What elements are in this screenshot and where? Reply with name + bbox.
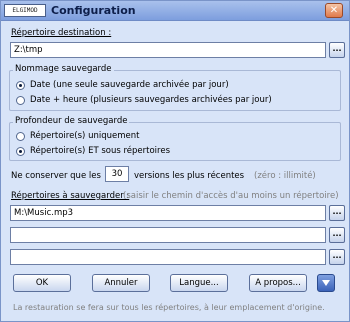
- naming-datetime-radio[interactable]: [16, 96, 25, 105]
- title-bar[interactable]: ELGIMOD Configuration ✕: [1, 1, 349, 21]
- sources-label: Répertoires à sauvegarder :: [11, 191, 130, 201]
- naming-date-radio[interactable]: [16, 81, 25, 90]
- cancel-button[interactable]: Annuler: [92, 274, 150, 292]
- expand-arrow-button[interactable]: [317, 274, 335, 292]
- source-entry[interactable]: [10, 249, 326, 265]
- versions-hint: (zéro : illimité): [254, 171, 316, 181]
- source-entry[interactable]: M:\Music.mp3: [10, 205, 326, 221]
- source-entry[interactable]: [10, 227, 326, 243]
- language-button[interactable]: Langue...: [170, 274, 228, 292]
- source-browse-button[interactable]: ...: [329, 227, 345, 243]
- destination-input[interactable]: Z:\tmp: [10, 42, 326, 58]
- naming-datetime-label[interactable]: Date + heure (plusieurs sauvegardes arch…: [30, 95, 272, 105]
- about-button[interactable]: A propos...: [249, 274, 307, 292]
- depth-legend: Profondeur de sauvegarde: [13, 116, 130, 126]
- destination-label: Répertoire destination :: [11, 28, 112, 38]
- restore-note: La restauration se fera sur tous les rép…: [13, 303, 325, 312]
- versions-suffix-label: versions les plus récentes: [134, 171, 245, 181]
- ok-button[interactable]: OK: [13, 274, 71, 292]
- source-browse-button[interactable]: ...: [329, 249, 345, 265]
- sources-hint: (saisir le chemin d'accès d'au moins un …: [123, 191, 339, 201]
- destination-browse-button[interactable]: ...: [329, 42, 345, 58]
- depth-dirs-only-radio[interactable]: [16, 132, 25, 141]
- source-browse-button[interactable]: ...: [329, 205, 345, 221]
- depth-recursive-radio[interactable]: [16, 147, 25, 156]
- versions-input[interactable]: 30: [105, 166, 129, 182]
- chevron-down-icon: [322, 280, 330, 286]
- naming-legend: Nommage sauvegarde: [13, 64, 114, 74]
- naming-date-label[interactable]: Date (une seule sauvegarde archivée par …: [30, 80, 229, 90]
- window-title: Configuration: [51, 4, 136, 17]
- configuration-window: ELGIMOD Configuration ✕ Répertoire desti…: [0, 0, 350, 322]
- depth-recursive-label[interactable]: Répertoire(s) ET sous répertoires: [30, 146, 170, 156]
- depth-dirs-only-label[interactable]: Répertoire(s) uniquement: [30, 131, 139, 141]
- app-logo: ELGIMOD: [4, 4, 46, 17]
- close-button[interactable]: ✕: [325, 3, 343, 18]
- versions-prefix-label: Ne conserver que les: [11, 171, 101, 181]
